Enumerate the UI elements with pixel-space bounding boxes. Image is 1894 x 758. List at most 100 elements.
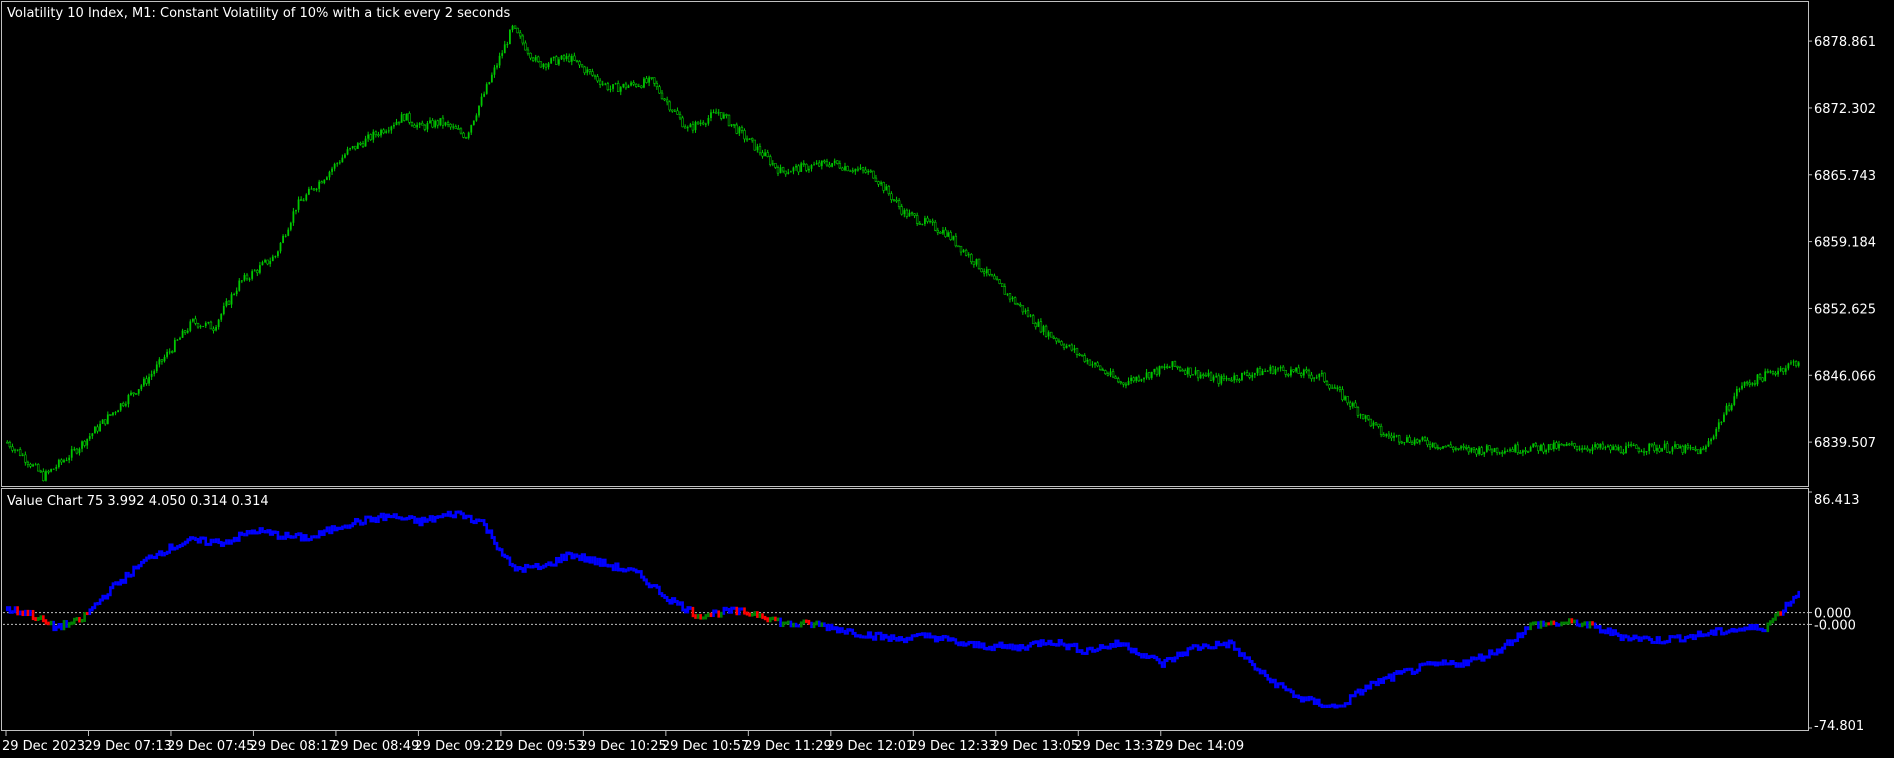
value-bar bbox=[271, 530, 275, 536]
candle-body bbox=[1269, 366, 1272, 371]
y-tick-label: 6859.184 bbox=[1814, 236, 1876, 251]
candle-body bbox=[890, 193, 893, 200]
value-bar bbox=[727, 607, 731, 614]
candle-body bbox=[936, 229, 939, 233]
value-bar bbox=[75, 617, 79, 621]
candle-body bbox=[63, 460, 65, 463]
value-bar bbox=[717, 610, 721, 618]
value-bar bbox=[1787, 601, 1790, 607]
value-bar bbox=[797, 624, 800, 628]
value-bar bbox=[441, 513, 445, 519]
value-bar bbox=[1586, 621, 1589, 629]
value-bar bbox=[317, 530, 321, 539]
candle-body bbox=[784, 170, 787, 175]
value-bar bbox=[1330, 703, 1334, 708]
value-bar bbox=[1351, 694, 1355, 698]
value-bar bbox=[299, 532, 303, 542]
value-bar bbox=[884, 633, 888, 639]
candle-body bbox=[856, 168, 860, 171]
candle-body bbox=[320, 181, 323, 184]
value-bar bbox=[1622, 634, 1625, 642]
value-bar bbox=[1320, 703, 1324, 709]
value-bar bbox=[374, 516, 378, 524]
value-bar bbox=[1199, 646, 1203, 651]
candle-body bbox=[1003, 286, 1007, 295]
candle-body bbox=[614, 83, 617, 85]
value-bar bbox=[1238, 647, 1241, 657]
candle-body bbox=[929, 221, 931, 223]
value-bar bbox=[1109, 642, 1112, 650]
candle-body bbox=[302, 200, 305, 202]
value-bar bbox=[1521, 631, 1525, 639]
value-bar bbox=[748, 612, 751, 617]
indicator-title: Value Chart 75 3.992 4.050 0.314 0.314 bbox=[7, 494, 269, 509]
value-bar bbox=[1769, 620, 1772, 626]
value-bar bbox=[1258, 668, 1262, 675]
candle-body bbox=[707, 118, 710, 124]
value-bar bbox=[616, 562, 620, 572]
value-bar bbox=[1057, 638, 1061, 647]
value-bar bbox=[1122, 642, 1125, 647]
value-bar bbox=[1470, 656, 1473, 663]
candle-body bbox=[1720, 421, 1723, 423]
candle-body bbox=[78, 448, 81, 454]
value-bar bbox=[312, 535, 316, 539]
candle-body bbox=[609, 88, 612, 90]
value-bar bbox=[1044, 642, 1048, 646]
value-bar bbox=[866, 631, 870, 639]
value-bar bbox=[995, 643, 999, 648]
candle-body bbox=[872, 170, 875, 179]
candle-body bbox=[1140, 379, 1143, 381]
value-bar bbox=[665, 595, 669, 602]
candle-body bbox=[921, 223, 924, 225]
value-bar bbox=[575, 553, 579, 558]
value-bar bbox=[624, 568, 628, 573]
candle-body bbox=[106, 414, 109, 424]
candle-body bbox=[485, 84, 488, 94]
value-bar bbox=[1632, 634, 1636, 641]
value-bar bbox=[1070, 643, 1074, 648]
value-bar bbox=[1477, 653, 1481, 660]
candle-body bbox=[96, 426, 99, 432]
candle-body bbox=[1439, 447, 1442, 449]
value-bar bbox=[1606, 627, 1610, 635]
value-bar bbox=[789, 620, 793, 628]
value-bar bbox=[199, 536, 202, 544]
candle-body bbox=[258, 265, 261, 273]
value-bar bbox=[1771, 617, 1775, 624]
value-bar bbox=[779, 617, 782, 628]
value-bar bbox=[841, 627, 844, 633]
candle-body bbox=[1243, 372, 1246, 374]
candle-body bbox=[480, 96, 483, 106]
candle-body bbox=[245, 274, 249, 280]
candle-body bbox=[1568, 443, 1571, 446]
candle-body bbox=[1715, 428, 1718, 437]
value-bar bbox=[134, 565, 138, 570]
candle-body bbox=[331, 168, 333, 172]
candle-body bbox=[1258, 368, 1262, 376]
candle-body bbox=[346, 149, 349, 155]
value-bar bbox=[1593, 622, 1597, 629]
value-bar bbox=[1578, 623, 1581, 628]
value-bar bbox=[1614, 629, 1618, 636]
candle-body bbox=[905, 209, 909, 217]
value-bar bbox=[1748, 624, 1752, 631]
value-bar bbox=[343, 524, 347, 529]
value-bar bbox=[109, 586, 112, 597]
candle-body bbox=[1062, 344, 1066, 349]
value-bar bbox=[1403, 668, 1406, 674]
value-bar bbox=[1325, 704, 1329, 709]
value-bar bbox=[155, 552, 159, 560]
value-bar bbox=[1145, 653, 1148, 659]
candle-body bbox=[163, 356, 166, 362]
value-bar bbox=[1294, 694, 1298, 699]
value-bar bbox=[951, 637, 955, 642]
value-bar bbox=[1227, 639, 1231, 649]
candle-body bbox=[1452, 446, 1455, 450]
candle-body bbox=[1230, 379, 1233, 382]
candle-body bbox=[333, 163, 336, 169]
candle-body bbox=[1379, 425, 1383, 435]
candle-body bbox=[1514, 444, 1517, 452]
value-bar bbox=[964, 642, 968, 647]
candle-body bbox=[155, 364, 158, 372]
